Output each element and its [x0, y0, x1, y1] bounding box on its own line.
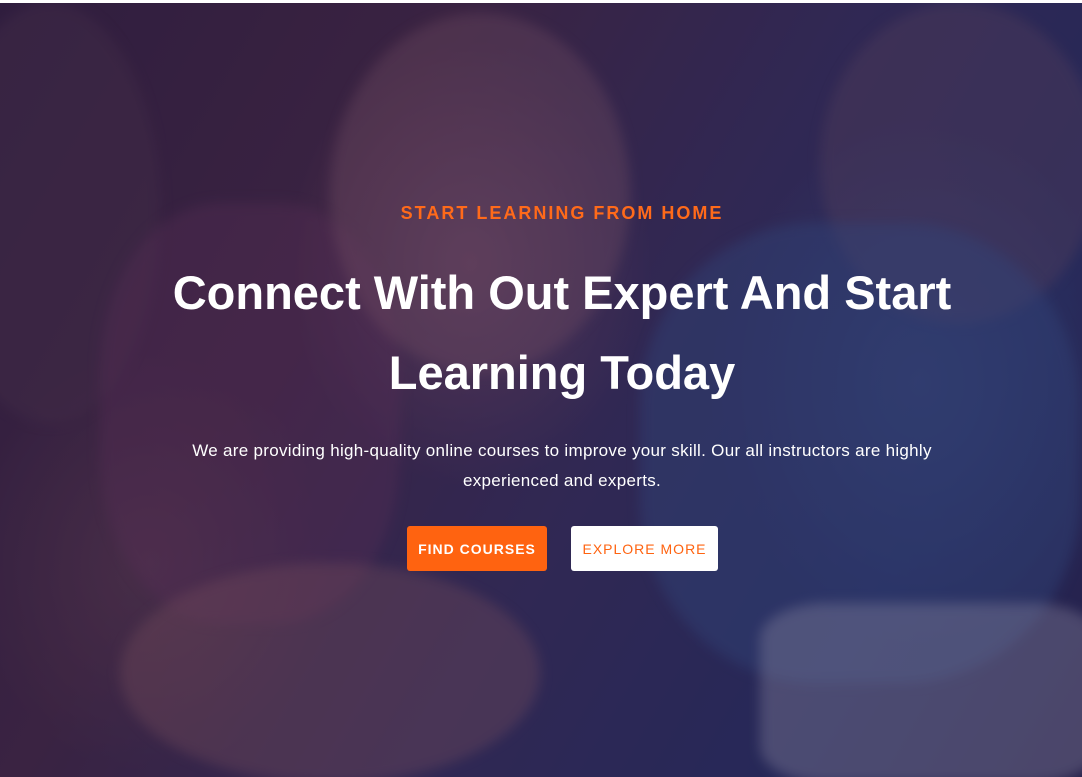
hero-content: START LEARNING FROM HOME Connect With Ou… [0, 3, 1082, 777]
hero-headline: Connect With Out Expert And Start Learni… [172, 266, 952, 399]
find-courses-button[interactable]: FIND COURSES [407, 526, 547, 571]
hero-banner: START LEARNING FROM HOME Connect With Ou… [0, 3, 1082, 777]
explore-more-button[interactable]: EXPLORE MORE [571, 526, 718, 571]
hero-eyebrow: START LEARNING FROM HOME [400, 203, 724, 223]
hero-subtext: We are providing high-quality online cou… [192, 441, 932, 490]
